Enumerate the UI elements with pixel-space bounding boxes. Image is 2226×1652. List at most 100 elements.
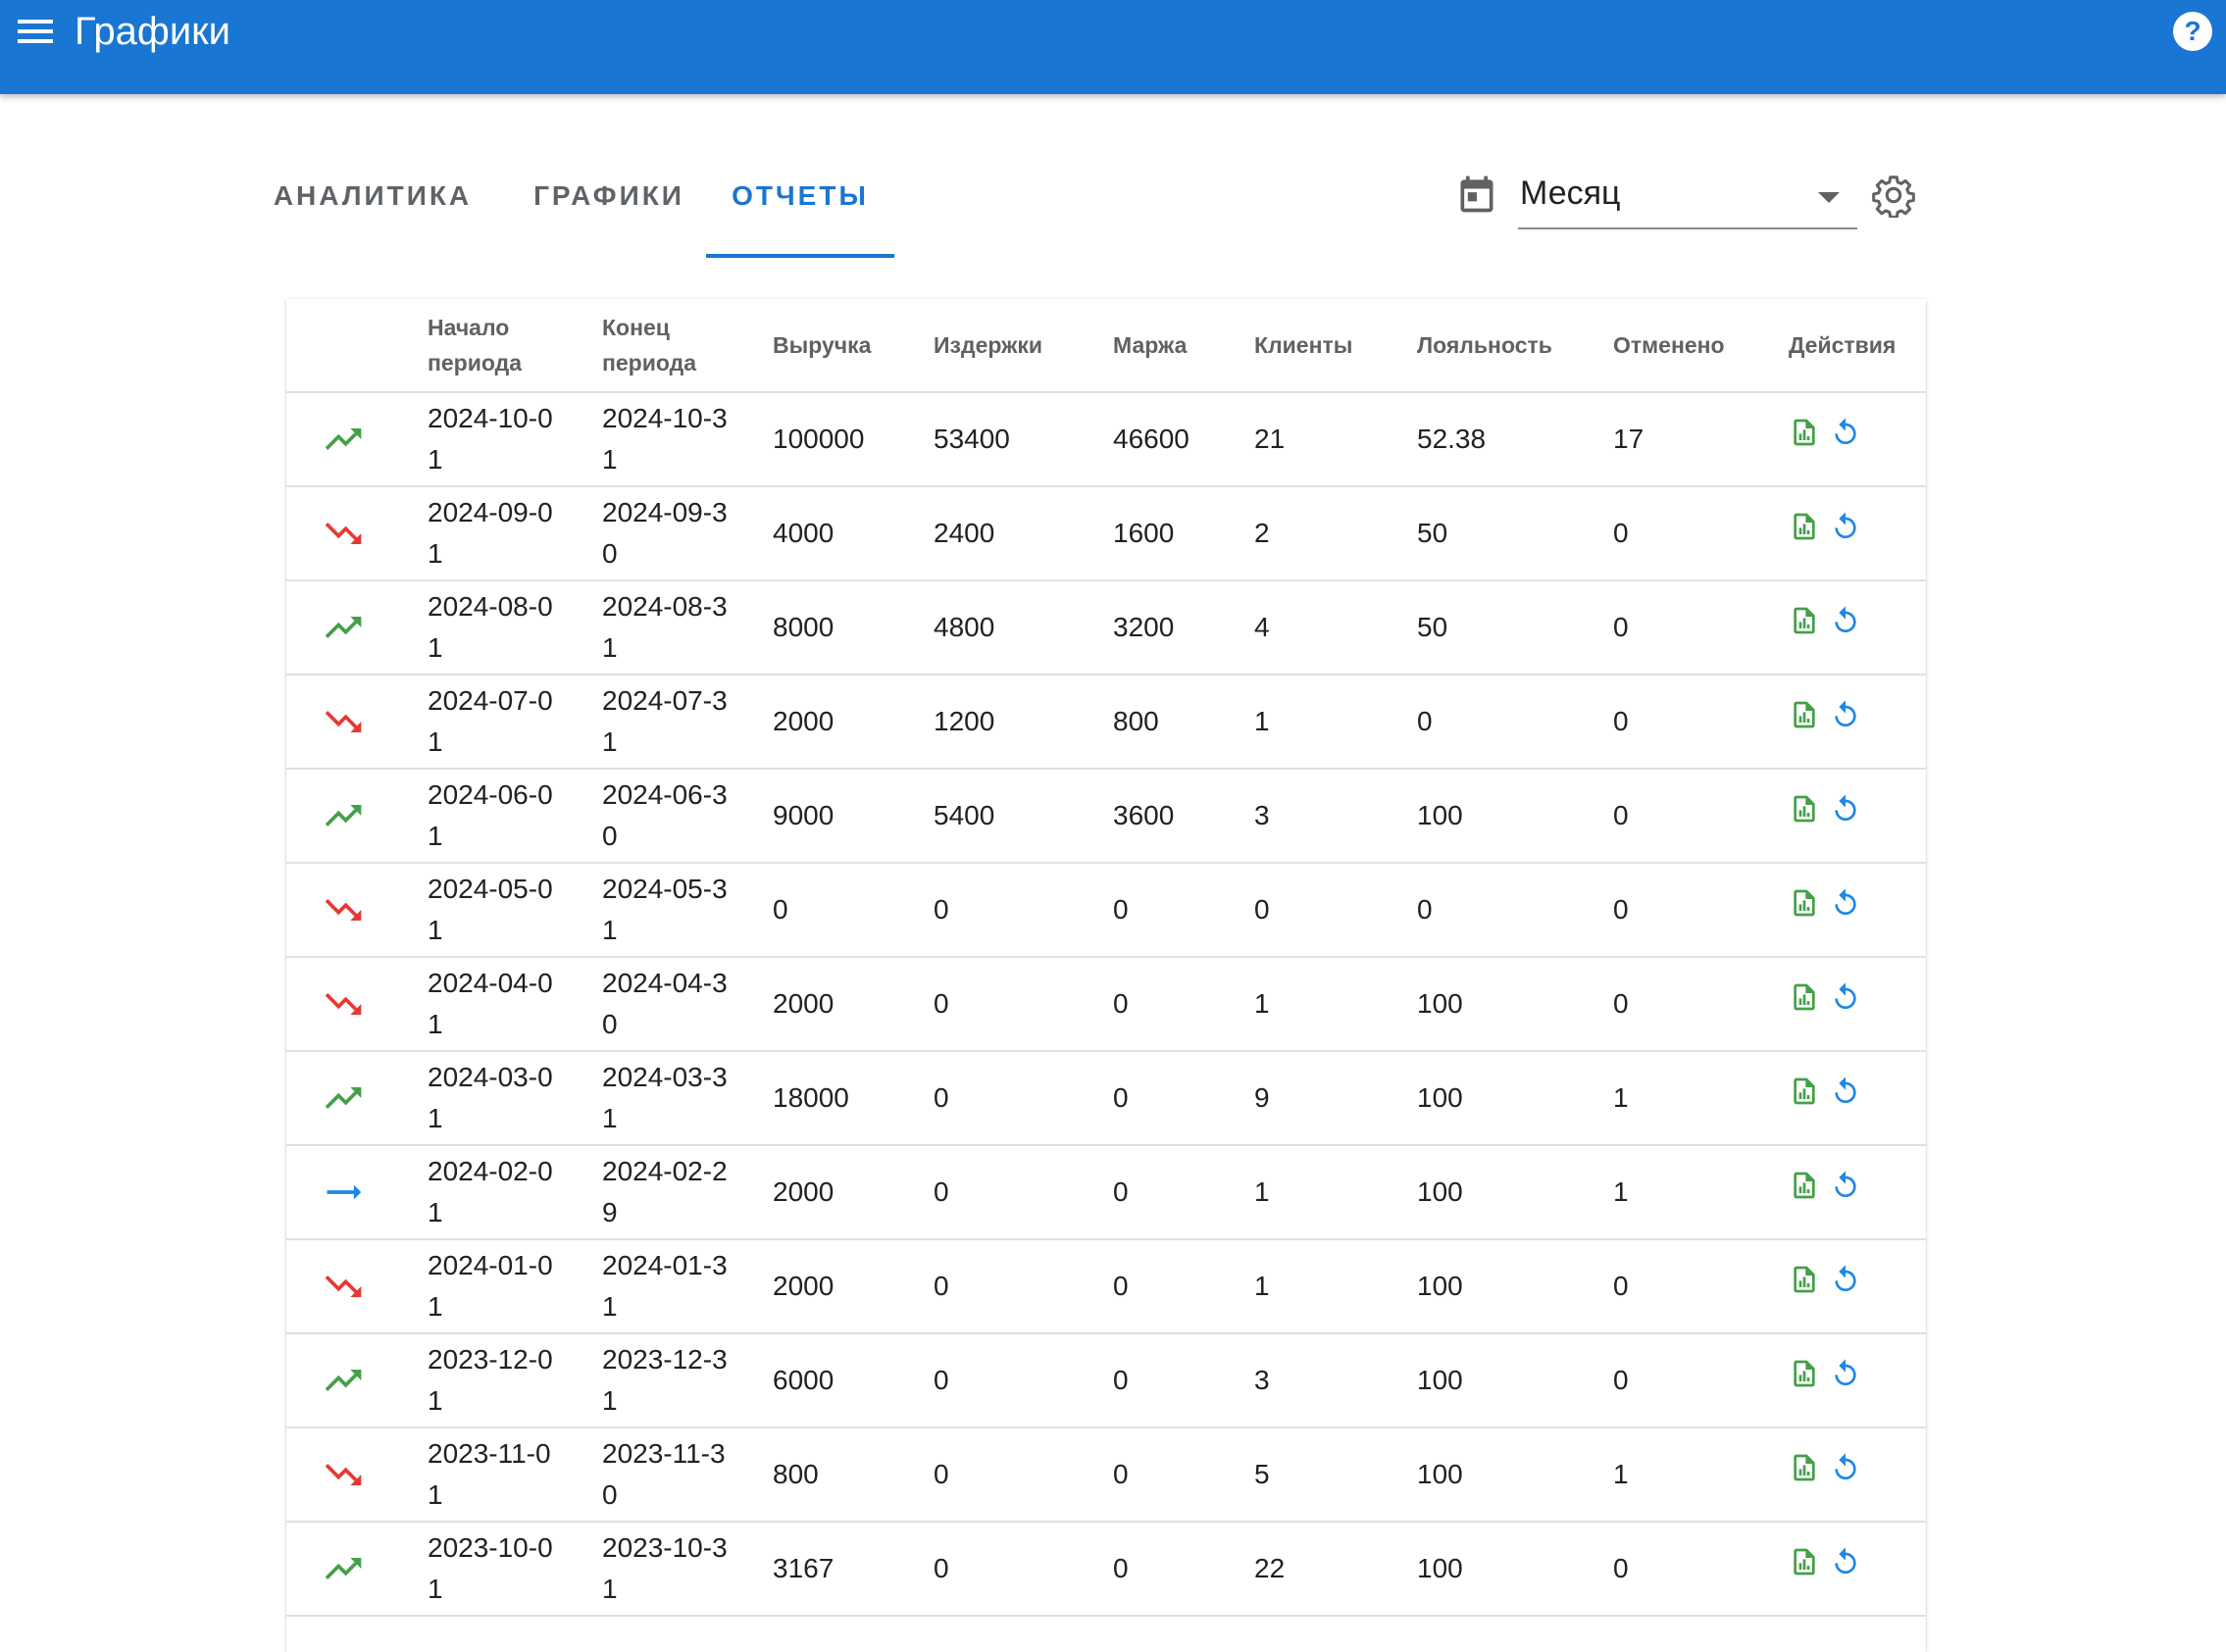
- trend-cell: [286, 392, 410, 487]
- header-end[interactable]: Конец периода: [584, 299, 755, 393]
- costs-value: 0: [916, 1333, 1095, 1428]
- actions-cell: [1771, 769, 1926, 864]
- period-end: 2024-02-29: [584, 1145, 755, 1240]
- refresh-icon[interactable]: [1830, 1170, 1861, 1201]
- revenue-value: 18000: [755, 1051, 916, 1146]
- clients-value: 9: [1237, 1051, 1399, 1146]
- period-end: 2023-10-31: [584, 1522, 755, 1617]
- header-revenue[interactable]: Выручка: [755, 299, 916, 393]
- gear-icon[interactable]: [1871, 173, 1916, 218]
- header-cancelled[interactable]: Отменено: [1595, 299, 1771, 393]
- refresh-icon[interactable]: [1830, 1076, 1861, 1107]
- header-margin[interactable]: Маржа: [1095, 299, 1237, 393]
- margin-value: 800: [1095, 675, 1237, 770]
- costs-value: 0: [916, 1522, 1095, 1617]
- app-bar: Графики ?: [0, 0, 2226, 94]
- trend-cell: [286, 769, 410, 864]
- loyalty-value: 100: [1399, 1427, 1595, 1523]
- costs-value: 0: [916, 1051, 1095, 1146]
- revenue-value: 100000: [755, 392, 916, 487]
- tab-analytics[interactable]: АНАЛИТИКА: [257, 157, 488, 261]
- period-end: 2024-10-31: [584, 392, 755, 487]
- cancelled-value: 0: [1595, 486, 1771, 581]
- report-file-icon[interactable]: [1789, 1452, 1820, 1483]
- refresh-icon[interactable]: [1830, 1358, 1861, 1389]
- tab-reports[interactable]: ОТЧЕТЫ: [706, 157, 894, 261]
- report-file-icon[interactable]: [1789, 981, 1820, 1013]
- header-start[interactable]: Начало периода: [410, 299, 584, 393]
- margin-value: 1600: [1095, 486, 1237, 581]
- trending-down-icon: [325, 1276, 362, 1297]
- header-clients[interactable]: Клиенты: [1237, 299, 1399, 393]
- report-file-icon[interactable]: [1789, 511, 1820, 542]
- refresh-icon[interactable]: [1830, 793, 1861, 825]
- report-file-icon[interactable]: [1789, 1264, 1820, 1295]
- period-start: 2024-04-01: [410, 957, 584, 1052]
- table-row: 2024-04-01 2024-04-30 2000 0 0 1 100 0: [286, 957, 1926, 1052]
- menu-icon[interactable]: [14, 14, 57, 49]
- margin-value: 0: [1095, 1333, 1237, 1428]
- loyalty-value: 52.38: [1399, 392, 1595, 487]
- refresh-icon[interactable]: [1830, 981, 1861, 1013]
- revenue-value: 9000: [755, 769, 916, 864]
- cancelled-value: 0: [1595, 1333, 1771, 1428]
- refresh-icon[interactable]: [1830, 699, 1861, 730]
- refresh-icon[interactable]: [1830, 511, 1861, 542]
- trend-cell: [286, 1522, 410, 1617]
- trending-flat-icon: [327, 1184, 362, 1200]
- revenue-value: 2000: [755, 1145, 916, 1240]
- report-file-icon[interactable]: [1789, 699, 1820, 730]
- revenue-value: 3167: [755, 1522, 916, 1617]
- report-file-icon[interactable]: [1789, 887, 1820, 919]
- help-icon[interactable]: ?: [2171, 10, 2214, 53]
- header-loyalty[interactable]: Лояльность: [1399, 299, 1595, 393]
- loyalty-value: 100: [1399, 1522, 1595, 1617]
- report-file-icon[interactable]: [1789, 1358, 1820, 1389]
- trend-cell: [286, 1239, 410, 1334]
- report-file-icon[interactable]: [1789, 793, 1820, 825]
- refresh-icon[interactable]: [1830, 1452, 1861, 1483]
- actions-cell: [1771, 1427, 1926, 1523]
- actions-cell: [1771, 863, 1926, 958]
- refresh-icon[interactable]: [1830, 605, 1861, 636]
- actions-cell: [1771, 580, 1926, 676]
- table-row: 2024-09-01 2024-09-30 4000 2400 1600 2 5…: [286, 486, 1926, 581]
- report-file-icon[interactable]: [1789, 1170, 1820, 1201]
- refresh-icon[interactable]: [1830, 1546, 1861, 1577]
- table-row: 2024-08-01 2024-08-31 8000 4800 3200 4 5…: [286, 580, 1926, 676]
- actions-cell: [1771, 1333, 1926, 1428]
- report-file-icon[interactable]: [1789, 605, 1820, 636]
- trending-up-icon: [325, 1558, 362, 1579]
- cancelled-value: 0: [1595, 1522, 1771, 1617]
- cancelled-value: 1: [1595, 1427, 1771, 1523]
- revenue-value: 6000: [755, 1333, 916, 1428]
- period-end: 2023-12-31: [584, 1333, 755, 1428]
- tab-charts[interactable]: ГРАФИКИ: [516, 157, 702, 261]
- revenue-value: 2000: [755, 957, 916, 1052]
- report-file-icon[interactable]: [1789, 1546, 1820, 1577]
- actions-cell: [1771, 486, 1926, 581]
- refresh-icon[interactable]: [1830, 887, 1861, 919]
- table-row: 2024-03-01 2024-03-31 18000 0 0 9 100 1: [286, 1051, 1926, 1146]
- table-row: 2024-10-01 2024-10-31 100000 53400 46600…: [286, 392, 1926, 487]
- trending-up-icon: [325, 805, 362, 826]
- loyalty-value: 100: [1399, 1333, 1595, 1428]
- clients-value: 4: [1237, 580, 1399, 676]
- trending-down-icon: [325, 899, 362, 921]
- actions-cell: [1771, 1522, 1926, 1617]
- period-dropdown[interactable]: Месяц: [1518, 167, 1857, 229]
- table-row: 2023-11-01 2023-11-30 800 0 0 5 100 1: [286, 1427, 1926, 1523]
- refresh-icon[interactable]: [1830, 417, 1861, 448]
- period-end: 2024-03-31: [584, 1051, 755, 1146]
- period-start: 2024-09-01: [410, 486, 584, 581]
- table-header-row: Начало периода Конец периода Выручка Изд…: [286, 299, 1926, 393]
- header-costs[interactable]: Издержки: [916, 299, 1095, 393]
- refresh-icon[interactable]: [1830, 1264, 1861, 1295]
- report-file-icon[interactable]: [1789, 417, 1820, 448]
- actions-cell: [1771, 675, 1926, 770]
- period-start: 2024-02-01: [410, 1145, 584, 1240]
- margin-value: 0: [1095, 957, 1237, 1052]
- report-file-icon[interactable]: [1789, 1076, 1820, 1107]
- costs-value: 5400: [916, 769, 1095, 864]
- trend-cell: [286, 580, 410, 676]
